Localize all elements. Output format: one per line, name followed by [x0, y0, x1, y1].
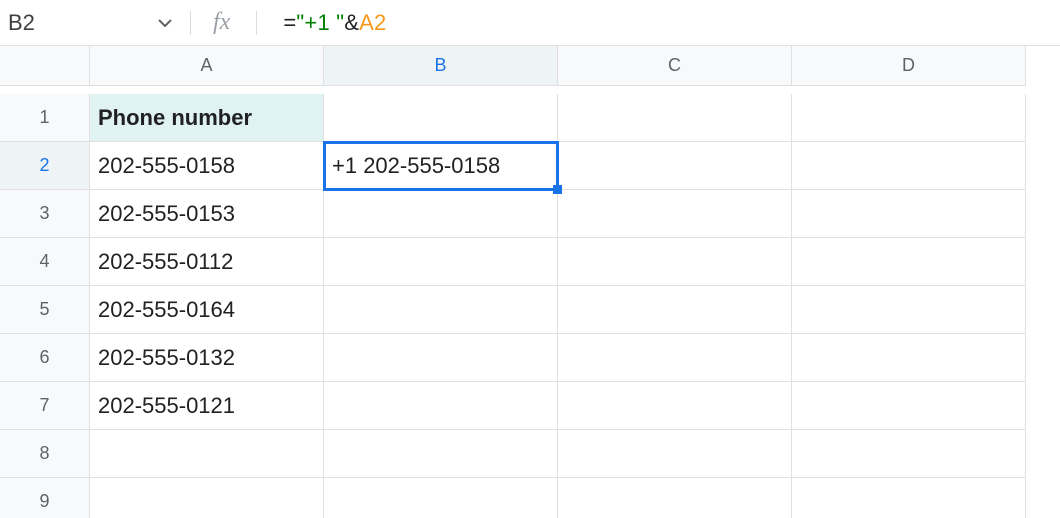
formula-ref: A2 — [359, 10, 386, 36]
cell-c4[interactable] — [558, 238, 792, 286]
row-header-2[interactable]: 2 — [0, 142, 90, 190]
formula-input[interactable]: = "+1 " & A2 — [257, 10, 386, 36]
row-header-1[interactable]: 1 — [0, 94, 90, 142]
row-header-9[interactable]: 9 — [0, 478, 90, 518]
cell-a4[interactable]: 202-555-0112 — [90, 238, 324, 286]
cell-a6[interactable]: 202-555-0132 — [90, 334, 324, 382]
fill-handle[interactable] — [553, 185, 562, 194]
col-header-c[interactable]: C — [558, 46, 792, 86]
cell-c1[interactable] — [558, 94, 792, 142]
formula-operator: & — [344, 10, 359, 36]
name-box-value: B2 — [8, 10, 35, 36]
cell-c9[interactable] — [558, 478, 792, 518]
row-header-4[interactable]: 4 — [0, 238, 90, 286]
cell-b3[interactable] — [324, 190, 558, 238]
cell-d9[interactable] — [792, 478, 1026, 518]
cell-c5[interactable] — [558, 286, 792, 334]
cell-b2[interactable]: +1 202-555-0158 — [324, 142, 558, 190]
cell-a8[interactable] — [90, 430, 324, 478]
cell-b6[interactable] — [324, 334, 558, 382]
formula-equals: = — [283, 10, 296, 36]
spreadsheet-grid: A B C D 1 Phone number 2 202-555-0158 +1… — [0, 46, 1060, 518]
cell-b8[interactable] — [324, 430, 558, 478]
name-box[interactable]: B2 — [0, 0, 190, 45]
cell-c3[interactable] — [558, 190, 792, 238]
row-header-8[interactable]: 8 — [0, 430, 90, 478]
cell-b7[interactable] — [324, 382, 558, 430]
formula-string: "+1 " — [296, 10, 344, 36]
cell-a2[interactable]: 202-555-0158 — [90, 142, 324, 190]
cell-d1[interactable] — [792, 94, 1026, 142]
cell-c6[interactable] — [558, 334, 792, 382]
cell-c7[interactable] — [558, 382, 792, 430]
row-header-5[interactable]: 5 — [0, 286, 90, 334]
cell-d7[interactable] — [792, 382, 1026, 430]
row-header-6[interactable]: 6 — [0, 334, 90, 382]
cell-d4[interactable] — [792, 238, 1026, 286]
cell-b9[interactable] — [324, 478, 558, 518]
cell-d2[interactable] — [792, 142, 1026, 190]
formula-bar: B2 fx = "+1 " & A2 — [0, 0, 1060, 46]
cell-d6[interactable] — [792, 334, 1026, 382]
cell-d8[interactable] — [792, 430, 1026, 478]
cell-c2[interactable] — [558, 142, 792, 190]
cell-a1[interactable]: Phone number — [90, 94, 324, 142]
col-header-d[interactable]: D — [792, 46, 1026, 86]
cell-b1[interactable] — [324, 94, 558, 142]
col-header-b[interactable]: B — [324, 46, 558, 86]
row-header-3[interactable]: 3 — [0, 190, 90, 238]
cell-d5[interactable] — [792, 286, 1026, 334]
row-header-7[interactable]: 7 — [0, 382, 90, 430]
fx-icon[interactable]: fx — [191, 9, 256, 36]
cell-a5[interactable]: 202-555-0164 — [90, 286, 324, 334]
cell-a3[interactable]: 202-555-0153 — [90, 190, 324, 238]
cell-d3[interactable] — [792, 190, 1026, 238]
select-all-corner[interactable] — [0, 46, 90, 86]
cell-a7[interactable]: 202-555-0121 — [90, 382, 324, 430]
cell-a9[interactable] — [90, 478, 324, 518]
cell-c8[interactable] — [558, 430, 792, 478]
cell-b4[interactable] — [324, 238, 558, 286]
col-header-a[interactable]: A — [90, 46, 324, 86]
cell-b5[interactable] — [324, 286, 558, 334]
chevron-down-icon[interactable] — [158, 19, 172, 27]
